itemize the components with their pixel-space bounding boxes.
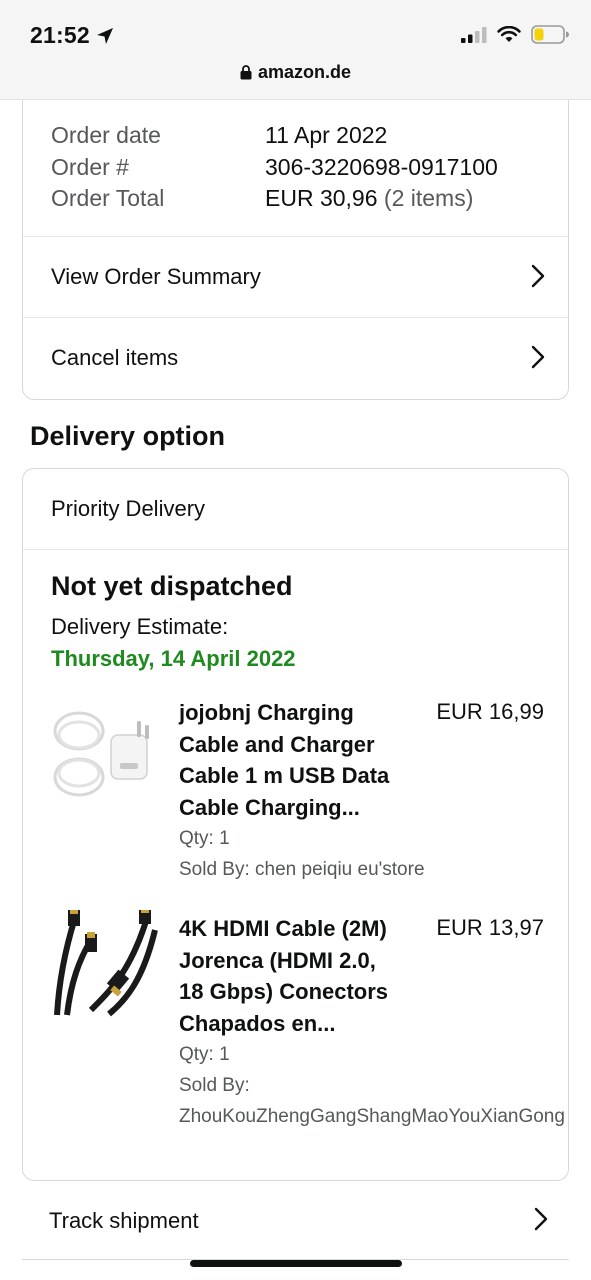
order-total-items: (2 items) — [383, 185, 474, 211]
home-indicator[interactable] — [190, 1260, 402, 1267]
item-title[interactable]: jojobnj Charging Cable and Charger Cable… — [179, 697, 414, 823]
battery-icon — [531, 25, 569, 44]
status-icons — [461, 25, 569, 44]
delivery-option-label: Priority Delivery — [51, 496, 206, 521]
item-title[interactable]: 4K HDMI Cable (2M) Jorenca (HDMI 2.0, 18… — [179, 913, 414, 1039]
order-details: Order date 11 Apr 2022 Order # 306-32206… — [23, 100, 568, 217]
chevron-right-icon — [534, 1207, 548, 1231]
order-total-value: EUR 30,96 — [265, 185, 378, 211]
track-shipment-link[interactable]: Track shipment — [22, 1182, 569, 1260]
order-date-row: Order date 11 Apr 2022 — [51, 122, 568, 154]
item-quantity: Qty: 1 — [179, 828, 230, 849]
order-number-value: 306-3220698-0917100 — [265, 153, 498, 180]
order-date-label: Order date — [51, 122, 161, 148]
order-info-card: Order date 11 Apr 2022 Order # 306-32206… — [22, 100, 569, 400]
item-seller: Sold By: chen peiqiu eu'store — [179, 859, 425, 880]
delivery-option: Priority Delivery — [23, 469, 568, 550]
item-title-line: 18 Gbps) Conectors — [179, 979, 389, 1004]
cellular-signal-icon — [461, 26, 487, 43]
hdmi-cable-product-image[interactable] — [51, 910, 161, 1020]
order-total-label: Order Total — [51, 185, 165, 211]
status-time: 21:52 — [30, 22, 114, 49]
item-title-line: Cable 1 m USB Data — [179, 763, 390, 788]
order-number-label: Order # — [51, 153, 129, 180]
wifi-icon — [497, 26, 521, 42]
location-arrow-icon — [96, 27, 113, 44]
order-item: jojobnj Charging Cable and Charger Cable… — [23, 697, 568, 887]
lock-icon — [240, 65, 252, 80]
cancel-items-link[interactable]: Cancel items — [23, 317, 568, 397]
view-order-summary-label: View Order Summary — [51, 263, 261, 289]
item-title-line: jojobnj Charging — [179, 700, 354, 725]
item-price: EUR 16,99 — [436, 699, 544, 724]
shipment-status: Not yet dispatched — [51, 571, 293, 601]
chevron-right-icon — [531, 264, 545, 288]
item-title-line: Chapados en... — [179, 1010, 336, 1036]
item-title-line: Cable Charging... — [179, 794, 360, 820]
order-total-value-wrap: EUR 30,96 (2 items) — [265, 185, 473, 217]
item-title-line: 4K HDMI Cable (2M) — [179, 916, 387, 941]
address-domain: amazon.de — [257, 62, 352, 82]
chevron-right-icon — [531, 345, 545, 369]
order-total-row: Order Total EUR 30,96 (2 items) — [51, 185, 568, 217]
delivery-estimate-label: Delivery Estimate: — [51, 614, 229, 639]
item-seller-name: ZhouKouZhengGangShangMaoYouXianGong — [179, 1106, 565, 1127]
order-item: 4K HDMI Cable (2M) Jorenca (HDMI 2.0, 18… — [23, 910, 568, 1143]
charging-cable-product-image[interactable] — [51, 701, 161, 811]
browser-top-bar: 21:52 amazon.de — [0, 0, 591, 100]
item-seller-label: Sold By: — [179, 1075, 250, 1096]
order-date-value: 11 Apr 2022 — [265, 122, 388, 148]
cancel-items-label: Cancel items — [51, 344, 179, 370]
order-number-row: Order # 306-3220698-0917100 — [51, 154, 568, 186]
track-shipment-label: Track shipment — [49, 1207, 199, 1233]
status-time-text: 21:52 — [30, 22, 90, 48]
item-quantity: Qty: 1 — [179, 1044, 230, 1065]
delivery-card: Priority Delivery Not yet dispatched Del… — [22, 468, 569, 1181]
delivery-section-title: Delivery option — [30, 421, 226, 451]
item-title-line: Jorenca (HDMI 2.0, — [179, 947, 376, 973]
item-price: EUR 13,97 — [436, 915, 544, 940]
delivery-estimate-date: Thursday, 14 April 2022 — [51, 646, 296, 671]
address-bar[interactable]: amazon.de — [0, 62, 591, 83]
view-order-summary-link[interactable]: View Order Summary — [23, 236, 568, 316]
item-title-line: Cable and Charger — [179, 731, 375, 757]
